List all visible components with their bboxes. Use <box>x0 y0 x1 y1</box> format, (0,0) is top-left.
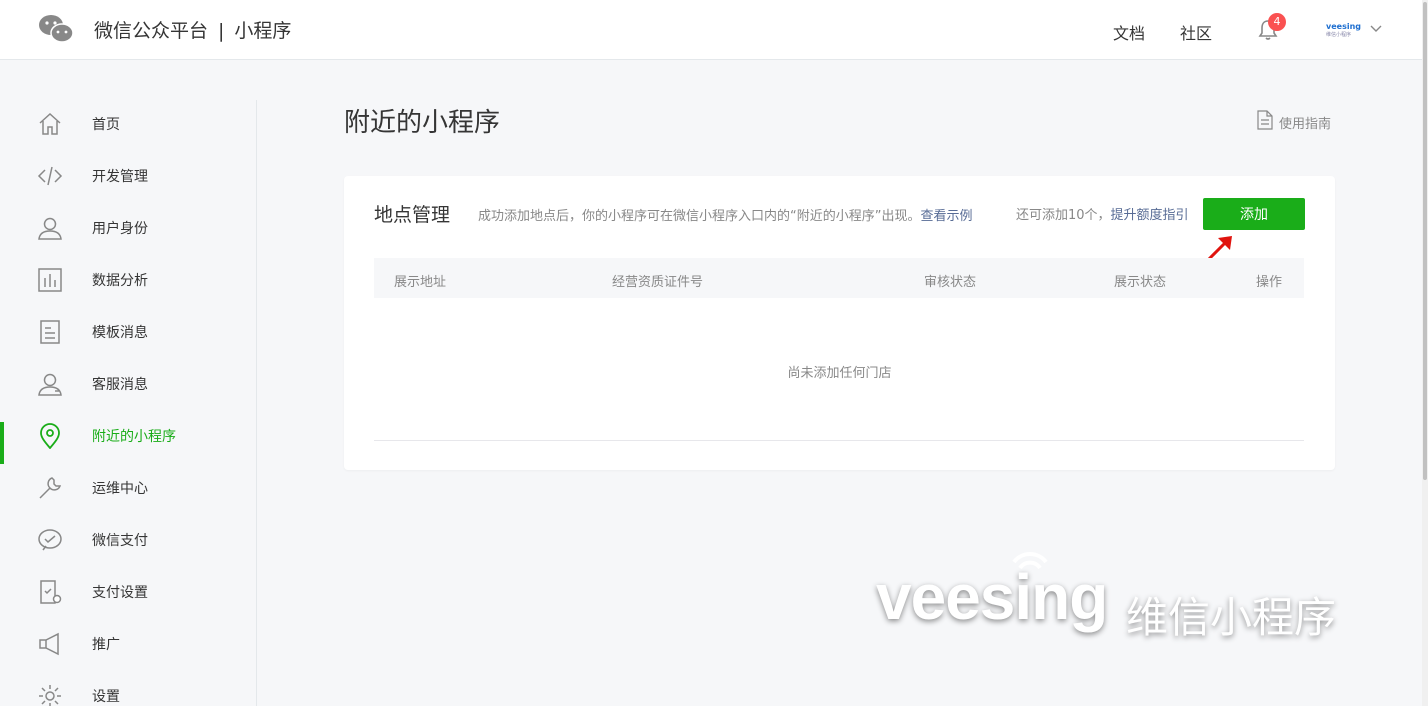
card-title: 地点管理 <box>374 204 451 226</box>
brand-main: 微信公众平台 <box>94 20 209 42</box>
brand-separator: | <box>218 20 225 42</box>
user-icon <box>38 217 62 240</box>
sidebar-item-wechat-pay[interactable]: 微信支付 <box>0 516 256 568</box>
wechat-pay-icon <box>38 529 62 551</box>
quota-text: 还可添加10个， <box>1016 208 1111 223</box>
nav-docs-link[interactable]: 文档 <box>1113 20 1145 44</box>
col-actions: 操作 <box>1256 275 1283 290</box>
sidebar-item-label: 附近的小程序 <box>92 429 176 445</box>
megaphone-icon <box>39 632 59 656</box>
veesing-watermark: veesing 维信小程序 <box>876 548 1366 644</box>
nav-community-link[interactable]: 社区 <box>1180 20 1212 44</box>
col-display-status: 展示状态 <box>1114 275 1167 290</box>
sidebar-item-home[interactable]: 首页 <box>0 100 256 152</box>
sidebar-item-data-analysis[interactable]: 数据分析 <box>0 256 256 308</box>
sidebar-item-dev-manage[interactable]: 开发管理 <box>0 152 256 204</box>
sidebar-item-nearby-miniprogram[interactable]: 附近的小程序 <box>0 412 256 464</box>
sidebar-item-label: 开发管理 <box>92 169 148 185</box>
wechat-logo-icon[interactable] <box>38 13 74 45</box>
scrollbar[interactable] <box>1422 0 1428 706</box>
sidebar-item-ops-center[interactable]: 运维中心 <box>0 464 256 516</box>
divider <box>374 440 1304 441</box>
watermark-text-en: veesing <box>876 561 1108 633</box>
col-display-address: 展示地址 <box>394 275 447 290</box>
customer-service-icon <box>38 373 62 396</box>
avatar-sub: 维信小程序 <box>1326 32 1352 38</box>
sidebar-item-label: 用户身份 <box>92 221 148 237</box>
watermark-text-cn: 维信小程序 <box>1126 593 1337 642</box>
sidebar-item-template-message[interactable]: 模板消息 <box>0 308 256 360</box>
chevron-down-icon[interactable] <box>1370 22 1382 34</box>
bar-chart-icon <box>38 268 62 292</box>
card-desc-text: 成功添加地点后，你的小程序可在微信小程序入口内的“附近的小程序”出现。 <box>478 209 921 224</box>
sidebar-item-label: 支付设置 <box>92 585 148 601</box>
guide-document-icon <box>1257 110 1273 130</box>
sidebar-item-label: 设置 <box>92 689 120 705</box>
sidebar-item-label: 推广 <box>92 637 120 653</box>
top-header: 微信公众平台 | 小程序 文档 社区 4 veesing 维信小程序 <box>0 0 1422 60</box>
payment-settings-icon <box>40 580 62 604</box>
sidebar-item-promotion[interactable]: 推广 <box>0 620 256 672</box>
home-icon <box>39 112 61 135</box>
col-license-number: 经营资质证件号 <box>612 275 704 290</box>
view-example-link[interactable]: 查看示例 <box>920 209 972 224</box>
document-icon <box>40 320 60 344</box>
col-review-status: 审核状态 <box>924 275 977 290</box>
sidebar-item-payment-settings[interactable]: 支付设置 <box>0 568 256 620</box>
guide-label: 使用指南 <box>1279 117 1332 132</box>
avatar[interactable]: veesing 维信小程序 <box>1326 22 1361 38</box>
raise-quota-link[interactable]: 提升额度指引 <box>1111 208 1189 223</box>
sidebar: 首页 开发管理 用户身份 数据分析 模板消息 客服消息 附近的小程序 运维中心 … <box>0 100 257 706</box>
page-title: 附近的小程序 <box>344 108 501 138</box>
sidebar-item-label: 数据分析 <box>92 273 148 289</box>
brand-sub: 小程序 <box>234 20 292 42</box>
sidebar-item-label: 客服消息 <box>92 377 148 393</box>
sidebar-item-label: 微信支付 <box>92 533 148 549</box>
code-icon <box>37 166 63 186</box>
wrench-icon <box>39 477 62 499</box>
location-pin-icon <box>40 423 60 449</box>
empty-state-text: 尚未添加任何门店 <box>787 366 892 381</box>
sidebar-item-label: 运维中心 <box>92 481 148 497</box>
sidebar-item-settings[interactable]: 设置 <box>0 672 256 706</box>
avatar-text: veesing <box>1326 22 1361 31</box>
add-location-button[interactable]: 添加 <box>1203 198 1305 230</box>
gear-icon <box>39 685 61 706</box>
quota-info: 还可添加10个，提升额度指引 <box>1016 204 1189 223</box>
location-manage-card: 地点管理 成功添加地点后，你的小程序可在微信小程序入口内的“附近的小程序”出现。… <box>344 176 1335 470</box>
brand-title[interactable]: 微信公众平台 | 小程序 <box>94 16 291 43</box>
notification-badge: 4 <box>1268 13 1286 31</box>
card-description: 成功添加地点后，你的小程序可在微信小程序入口内的“附近的小程序”出现。查看示例 <box>478 205 973 224</box>
sidebar-item-customer-service[interactable]: 客服消息 <box>0 360 256 412</box>
sidebar-item-label: 首页 <box>92 117 120 133</box>
scrollbar-thumb[interactable] <box>1423 2 1427 480</box>
table-header: 展示地址 经营资质证件号 审核状态 展示状态 操作 <box>374 258 1304 298</box>
sidebar-item-user-identity[interactable]: 用户身份 <box>0 204 256 256</box>
sidebar-item-label: 模板消息 <box>92 325 148 341</box>
